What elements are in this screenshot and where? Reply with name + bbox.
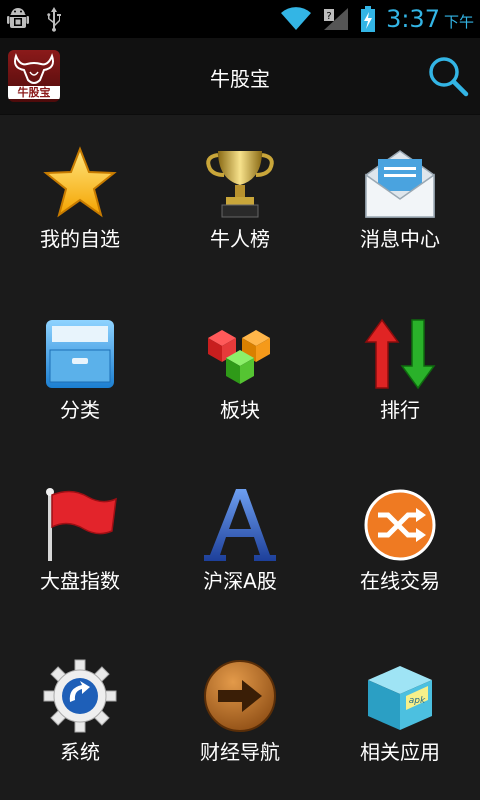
arrow-right-button-icon	[204, 660, 276, 732]
app-bar: 牛股宝 牛股宝	[0, 38, 480, 115]
envelope-icon	[365, 150, 435, 218]
tile-system[interactable]: 系统	[0, 628, 160, 799]
tile-label: 消息中心	[360, 227, 440, 251]
tile-label: 板块	[220, 398, 260, 422]
status-bar: ? 3:37 下午	[0, 0, 480, 38]
letter-a-icon	[204, 489, 276, 561]
tile-label: 在线交易	[360, 569, 440, 593]
tile-label: 牛人榜	[210, 227, 270, 251]
tile-label: 排行	[380, 398, 420, 422]
tile-top-traders[interactable]: 牛人榜	[160, 115, 320, 286]
android-debug-icon	[7, 8, 29, 28]
tile-ranking[interactable]: 排行	[320, 286, 480, 457]
tile-finance-nav[interactable]: 财经导航	[160, 628, 320, 799]
tile-online-trading[interactable]: 在线交易	[320, 457, 480, 628]
wifi-icon	[281, 7, 312, 30]
tile-label: 相关应用	[360, 740, 440, 764]
tile-label: 系统	[60, 740, 100, 764]
star-icon	[43, 146, 117, 218]
clock-time: 3:37	[386, 5, 440, 33]
page-title: 牛股宝	[210, 67, 270, 91]
tile-label: 沪深A股	[203, 569, 277, 593]
battery-charging-icon	[361, 6, 376, 32]
tile-shanghai-shenzhen-a[interactable]: 沪深A股	[160, 457, 320, 628]
tile-market-index[interactable]: 大盘指数	[0, 457, 160, 628]
apk-text: apk	[409, 696, 426, 706]
signal-icon: ?	[324, 8, 349, 30]
clock-ampm: 下午	[443, 13, 474, 31]
tile-message-center[interactable]: 消息中心	[320, 115, 480, 286]
shuffle-icon	[364, 489, 436, 561]
trophy-icon	[206, 151, 274, 218]
status-right: ? 3:37 下午	[280, 0, 474, 38]
clock: 3:37 下午	[386, 5, 474, 33]
up-down-arrows-icon	[364, 318, 436, 390]
usb-icon	[47, 7, 61, 32]
tile-sectors[interactable]: 板块	[160, 286, 320, 457]
tile-label: 分类	[60, 398, 100, 422]
tile-label: 财经导航	[200, 740, 280, 764]
tile-label: 我的自选	[40, 227, 120, 251]
tile-related-apps[interactable]: apk 相关应用	[320, 628, 480, 799]
file-drawer-icon	[46, 320, 114, 388]
search-icon[interactable]	[426, 54, 470, 98]
gear-icon	[43, 659, 117, 733]
tile-label: 大盘指数	[40, 569, 120, 593]
status-left	[6, 6, 64, 32]
cubes-icon	[208, 330, 270, 384]
feature-grid: 我的自选 牛人榜 消息中心 分类 板块 排行 大盘指数 沪深A股 在线交易 系统…	[0, 115, 480, 800]
apk-box-icon: apk	[368, 666, 432, 730]
tile-my-watchlist[interactable]: 我的自选	[0, 115, 160, 286]
red-flag-icon	[46, 488, 117, 561]
svg-text:?: ?	[326, 11, 331, 22]
tile-category[interactable]: 分类	[0, 286, 160, 457]
